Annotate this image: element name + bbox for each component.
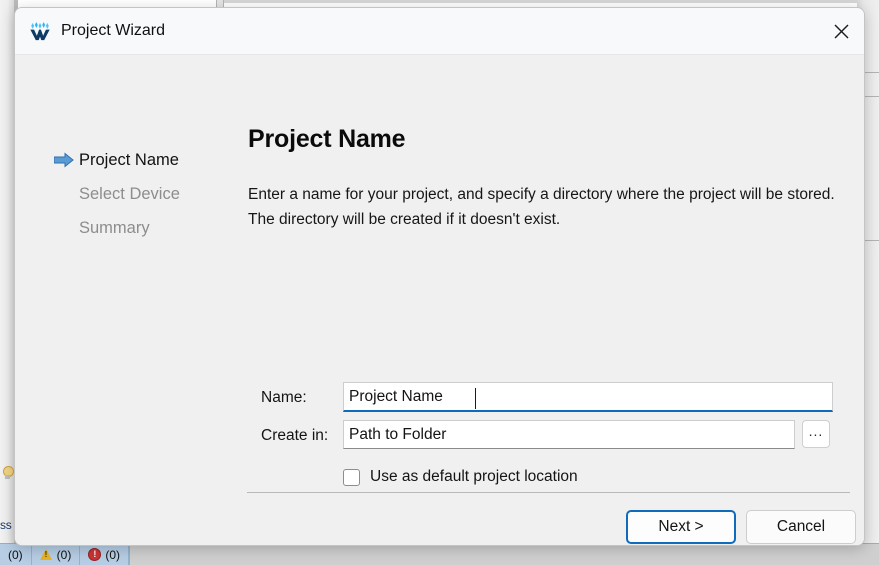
background-left-panel	[0, 0, 14, 545]
wizard-w-logo-icon	[30, 22, 50, 41]
dialog-footer: Next > Cancel	[626, 510, 856, 544]
name-field-wrap	[343, 382, 833, 412]
close-button[interactable]	[818, 8, 864, 54]
browse-folder-button[interactable]: ...	[802, 420, 830, 448]
project-name-input[interactable]	[343, 382, 833, 412]
ellipsis-icon: ...	[808, 422, 824, 439]
arrow-right-icon	[54, 152, 74, 168]
page-description: Enter a name for your project, and speci…	[248, 186, 835, 228]
status-error-count: (0)	[105, 547, 121, 562]
page-title: Project Name	[248, 125, 406, 153]
dialog-titlebar: Project Wizard	[15, 8, 864, 55]
project-wizard-dialog: Project Wizard Project Name Select Devic…	[14, 7, 865, 546]
warning-icon	[39, 548, 53, 561]
background-toolbar-edge	[224, 0, 879, 3]
text-caret	[475, 388, 476, 409]
wizard-step-label: Project Name	[79, 150, 179, 169]
next-button[interactable]: Next >	[626, 510, 736, 544]
status-bar: (0) (0) (0)	[0, 543, 879, 565]
status-cell-errors[interactable]: (0)	[80, 544, 130, 565]
status-info-count: (0)	[8, 547, 23, 562]
wizard-step-label: Select Device	[79, 184, 180, 203]
create-in-input[interactable]	[343, 420, 795, 449]
screen: ss (0) (0) (0)	[0, 0, 879, 565]
path-field-wrap	[343, 420, 795, 449]
project-form: Name: Create in: ...	[233, 380, 864, 497]
status-warning-count: (0)	[56, 547, 72, 562]
status-cell-info[interactable]: (0)	[0, 544, 32, 565]
form-row-path: Create in: ...	[233, 418, 864, 456]
wizard-step-summary[interactable]: Summary	[15, 211, 233, 245]
close-icon	[834, 24, 848, 38]
footer-separator	[247, 492, 850, 493]
wizard-steps: Project Name Select Device Summary	[15, 55, 233, 245]
wizard-step-project-name[interactable]: Project Name	[15, 143, 233, 177]
wizard-step-select-device[interactable]: Select Device	[15, 177, 233, 211]
status-spacer	[129, 544, 879, 565]
form-row-name: Name:	[233, 380, 864, 418]
cancel-button[interactable]: Cancel	[746, 510, 856, 544]
wizard-step-label: Summary	[79, 218, 150, 237]
wizard-pane: Project Name Enter a name for your proje…	[233, 55, 864, 545]
dialog-title: Project Wizard	[61, 22, 166, 39]
dialog-body: Project Name Select Device Summary Proje…	[15, 55, 864, 545]
default-location-checkbox[interactable]	[343, 469, 360, 486]
lightbulb-icon	[1, 466, 14, 481]
error-icon	[88, 548, 102, 561]
background-left-text: ss	[0, 518, 12, 532]
create-in-label: Create in:	[261, 427, 329, 444]
name-label: Name:	[261, 389, 307, 406]
status-cell-warnings[interactable]: (0)	[32, 544, 81, 565]
default-location-label: Use as default project location	[370, 468, 578, 485]
